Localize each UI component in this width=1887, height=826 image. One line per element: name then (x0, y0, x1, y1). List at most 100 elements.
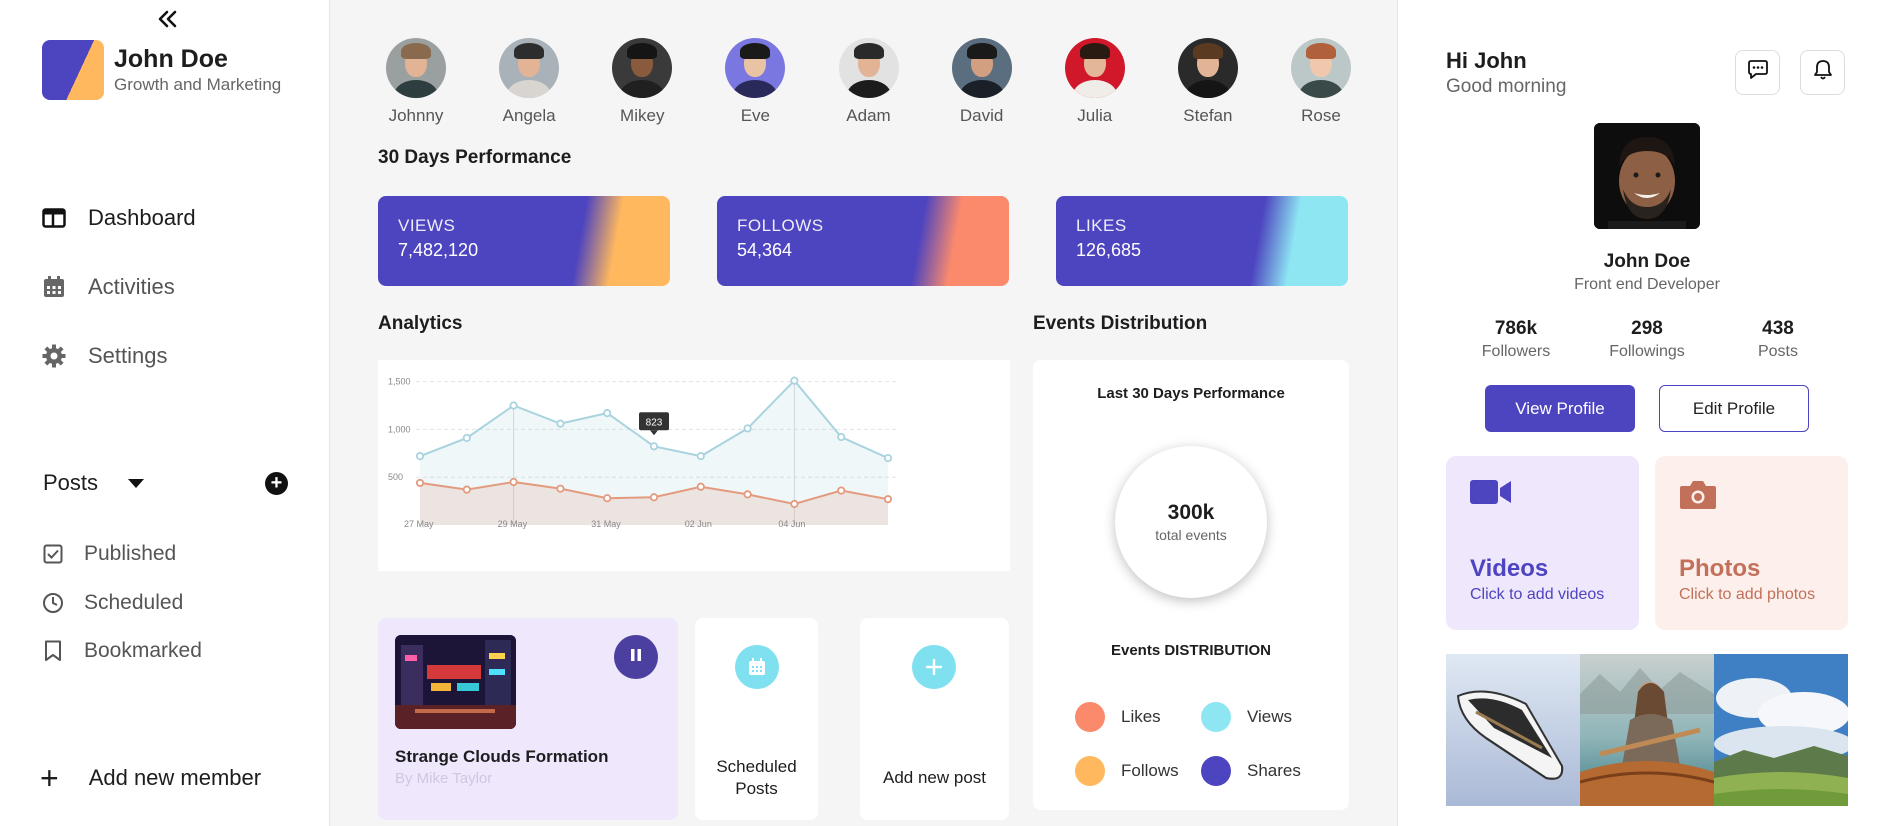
y-tick-label: 500 (388, 472, 403, 482)
checkbox-icon (40, 541, 66, 567)
posts-item-label: Scheduled (84, 591, 184, 614)
pause-button[interactable] (614, 635, 658, 679)
greeting-subtitle: Good morning (1446, 76, 1567, 97)
person-name: Stefan (1183, 106, 1233, 125)
add-new-post-card[interactable]: Add new post (860, 618, 1009, 820)
y-tick-label: 1,500 (388, 377, 411, 387)
calendar-icon (40, 273, 68, 301)
gear-icon (40, 342, 68, 370)
data-point (649, 493, 659, 502)
person-name: Angela (502, 106, 556, 125)
posts-item-label: Published (84, 542, 177, 565)
events-distribution-card: Last 30 Days Performance 300k total even… (1033, 360, 1349, 810)
profile-role: Front end Developer (1574, 276, 1720, 293)
total-events-label: total events (1155, 527, 1227, 543)
data-point (415, 478, 425, 488)
tooltip-arrow (650, 430, 658, 436)
posts-dropdown-caret-icon[interactable] (128, 478, 145, 488)
x-tick-label: 27 May (404, 519, 434, 529)
messages-button[interactable] (1735, 50, 1780, 95)
y-tick-label: 1,000 (388, 424, 411, 434)
x-tick-label: 04 Jun (778, 519, 805, 529)
posts-label: Posts (43, 470, 99, 495)
clock-icon (40, 590, 66, 616)
edit-profile-button[interactable]: Edit Profile (1659, 385, 1809, 432)
plus-icon (912, 645, 956, 689)
posts-item-scheduled[interactable]: Scheduled (40, 590, 183, 616)
person-rose[interactable]: Rose (1281, 38, 1361, 126)
person-mikey[interactable]: Mikey (602, 38, 682, 126)
scheduled-posts-card[interactable]: Scheduled Posts (695, 618, 818, 820)
nav-item-settings[interactable]: Settings (40, 342, 168, 370)
data-point (743, 424, 752, 433)
add-videos-card[interactable]: Videos Click to add videos (1446, 456, 1639, 630)
data-point (462, 433, 471, 443)
x-tick-label: 02 Jun (685, 519, 712, 529)
people-row: Johnny Angela Mikey Eve Adam David Julia… (376, 38, 1361, 126)
add-member-label: Add new member (88, 765, 262, 790)
likes-stat-card[interactable]: LIKES 126,685 (1056, 196, 1348, 286)
gallery-photo-landscape[interactable] (1714, 654, 1848, 806)
analytics-chart-svg: 1,500 1,000 500 27 May 29 May 31 May 02 Jun 04 … (388, 376, 898, 529)
legend-dot (1075, 756, 1105, 786)
brand-logo (42, 40, 104, 100)
profile-panel: Hi John Good morning John Doe Front end … (1397, 0, 1887, 826)
views-stat-card[interactable]: VIEWS 7,482,120 (378, 196, 670, 286)
avatar (951, 38, 1012, 98)
photos-title: Photos (1679, 555, 1761, 582)
posts-item-bookmarked[interactable]: Bookmarked (40, 638, 202, 664)
gallery-photo-canoe[interactable] (1580, 654, 1714, 806)
posts-item-published[interactable]: Published (40, 541, 176, 567)
main-content: Johnny Angela Mikey Eve Adam David Julia… (331, 0, 1396, 826)
person-adam[interactable]: Adam (829, 38, 909, 126)
add-post-plus-icon[interactable]: + (265, 471, 288, 495)
stat-value: 126,685 (1076, 240, 1142, 260)
nav-item-activities[interactable]: Activities (40, 273, 175, 301)
person-name: David (959, 106, 1004, 125)
nav-item-dashboard[interactable]: Dashboard (40, 204, 196, 232)
posts-section-header: Posts + (43, 470, 288, 496)
follows-stat-card[interactable]: FOLLOWS 54,364 (717, 196, 1009, 286)
plus-icon: + (40, 760, 59, 796)
notifications-button[interactable] (1800, 50, 1845, 95)
data-point (883, 453, 893, 463)
stat-value: 7,482,120 (398, 240, 479, 260)
total-events-circle: 300k total events (1115, 446, 1267, 598)
brand-name: John Doe (114, 45, 228, 73)
person-angela[interactable]: Angela (489, 38, 569, 126)
person-stefan[interactable]: Stefan (1168, 38, 1248, 126)
data-point (415, 452, 425, 461)
data-point (837, 432, 846, 442)
view-profile-button[interactable]: View Profile (1485, 385, 1635, 432)
avatar (1064, 38, 1125, 98)
collapse-sidebar-icon[interactable] (155, 8, 181, 30)
x-tick-label: 29 May (498, 519, 528, 529)
gallery-photo-boat[interactable] (1446, 654, 1580, 806)
scheduled-posts-label: Scheduled Posts (695, 756, 818, 800)
bell-icon (1813, 59, 1833, 86)
nav-label: Settings (88, 343, 168, 368)
person-julia[interactable]: Julia (1055, 38, 1135, 126)
legend-item-views: Views (1201, 702, 1292, 732)
stat-label: LIKES (1076, 216, 1127, 235)
brand: John Doe Growth and Marketing (42, 40, 281, 100)
data-point (696, 452, 705, 461)
videos-subtitle: Click to add videos (1470, 586, 1605, 603)
person-name: Adam (846, 106, 891, 125)
data-point (556, 419, 565, 428)
analytics-chart: 1,500 1,000 500 27 May 29 May 31 May 02 Jun 04 … (378, 360, 1010, 571)
now-playing-card[interactable]: Strange Clouds Formation By Mike Taylor (378, 618, 678, 820)
person-david[interactable]: David (942, 38, 1022, 126)
stat-value: 298 (1631, 318, 1663, 339)
add-photos-card[interactable]: Photos Click to add photos (1655, 456, 1848, 630)
stat-label: FOLLOWS (737, 216, 824, 235)
avatar (1177, 38, 1238, 98)
stat-value: 438 (1762, 318, 1794, 339)
analytics-title: Analytics (378, 313, 463, 334)
add-new-member-button[interactable]: + Add new member (40, 760, 262, 796)
now-playing-author: By Mike Taylor (395, 770, 493, 787)
data-point (790, 376, 799, 385)
avatar (612, 38, 673, 98)
person-eve[interactable]: Eve (715, 38, 795, 126)
person-johnny[interactable]: Johnny (376, 38, 456, 126)
